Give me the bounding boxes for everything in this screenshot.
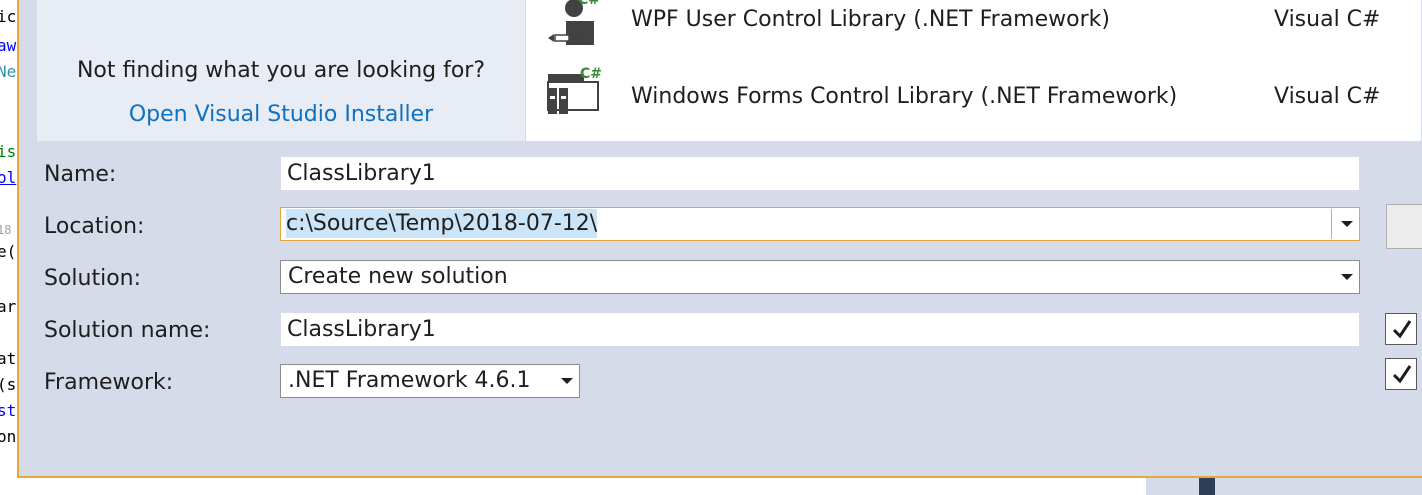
code-fragment: 18 [0,223,12,237]
code-fragment: on [0,427,17,446]
framework-value: .NET Framework 4.6.1 [288,368,531,393]
code-fragment: e( [0,242,17,261]
solution-value: Create new solution [288,264,508,289]
chevron-down-icon[interactable] [1341,221,1353,227]
browse-button[interactable] [1386,204,1422,249]
template-search-pane: Not finding what you are looking for? Op… [37,0,525,141]
location-label: Location: [44,214,145,239]
location-combobox[interactable]: c:\Source\Temp\2018-07-12\ [280,207,1360,241]
code-fragment: aw [0,36,17,55]
solution-name-label: Solution name: [44,318,211,343]
solution-name-input[interactable]: ClassLibrary1 [281,313,1359,346]
solution-combobox[interactable]: Create new solution [280,260,1360,294]
checkmark-icon [1392,365,1412,384]
name-label: Name: [44,162,117,187]
add-source-control-checkbox[interactable] [1385,358,1417,390]
background-panel [1146,478,1422,495]
template-name: Windows Forms Control Library (.NET Fram… [631,84,1178,109]
code-fragment: ic [0,7,17,26]
code-fragment: ar [0,297,17,316]
wpf-user-control-library-icon: C# [540,0,602,55]
solution-label: Solution: [44,266,142,291]
code-fragment: at [0,349,17,368]
framework-label: Framework: [44,370,174,395]
template-language: Visual C# [1274,84,1381,109]
background-code-editor: ic aw Ne is ol 18 e( ar at (s st on [0,0,18,495]
windows-forms-control-library-icon: C# [540,64,602,124]
new-project-dialog: Not finding what you are looking for? Op… [17,0,1422,478]
chevron-down-icon[interactable] [561,378,573,384]
code-fragment: st [0,401,17,420]
template-row-windows-forms-control-library[interactable]: C# Windows Forms Control Library (.NET F… [526,66,1421,142]
template-row-wpf-user-control-library[interactable]: C# WPF User Control Library (.NET Framew… [526,0,1421,70]
create-directory-checkbox[interactable] [1385,313,1417,345]
code-fragment: (s [0,375,17,394]
csharp-badge: C# [580,66,602,82]
code-fragment: is [0,142,17,161]
location-value: c:\Source\Temp\2018-07-12\ [286,209,598,238]
background-scrollbar[interactable] [1199,478,1215,495]
code-fragment: ol [0,168,17,187]
chevron-down-icon[interactable] [1341,274,1353,280]
framework-combobox[interactable]: .NET Framework 4.6.1 [280,364,580,398]
not-finding-prompt: Not finding what you are looking for? [76,58,486,83]
template-language: Visual C# [1274,7,1381,32]
open-installer-link[interactable]: Open Visual Studio Installer [37,102,525,127]
template-list: C# WPF User Control Library (.NET Framew… [526,0,1421,141]
code-fragment: Ne [0,62,17,81]
checkmark-icon [1392,320,1412,339]
name-input[interactable]: ClassLibrary1 [281,157,1359,190]
csharp-badge: C# [578,0,600,8]
combo-separator [1331,209,1332,239]
template-name: WPF User Control Library (.NET Framework… [631,7,1110,32]
